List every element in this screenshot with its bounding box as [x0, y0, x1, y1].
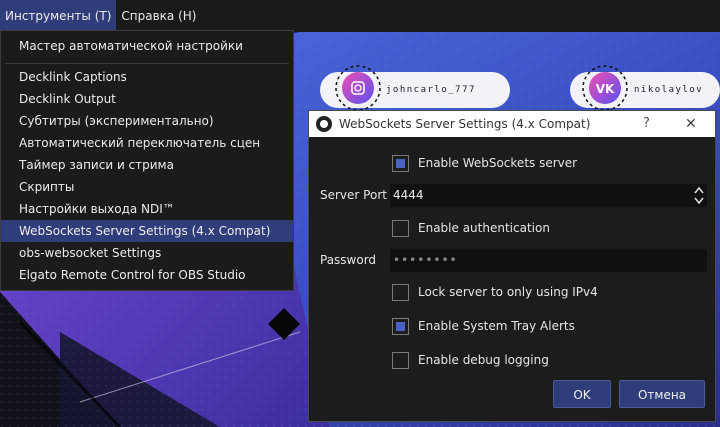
menu-separator — [5, 63, 289, 64]
obs-logo-icon — [316, 116, 332, 132]
debug-logging-row[interactable]: Enable debug logging — [392, 350, 549, 370]
dialog-title: WebSockets Server Settings (4.x Compat) — [339, 117, 591, 131]
instagram-handle: johncarlo_777 — [386, 85, 476, 95]
enable-server-checkbox[interactable] — [392, 154, 409, 172]
menu-item-elgato-remote-control[interactable]: Elgato Remote Control for OBS Studio — [1, 264, 293, 286]
enable-auth-row[interactable]: Enable authentication — [392, 218, 550, 238]
tray-alerts-label: Enable System Tray Alerts — [418, 319, 575, 333]
menu-item-obs-websocket-settings[interactable]: obs-websocket Settings — [1, 242, 293, 264]
menu-item-output-timer[interactable]: Таймер записи и стрима — [1, 154, 293, 176]
password-label: Password — [320, 253, 377, 267]
debug-logging-checkbox[interactable] — [392, 351, 409, 369]
debug-logging-label: Enable debug logging — [418, 353, 549, 367]
tray-alerts-checkbox[interactable] — [392, 317, 409, 335]
vk-handle: nikolaylov — [634, 85, 703, 95]
enable-server-row[interactable]: Enable WebSockets server — [392, 153, 577, 173]
ipv4-label: Lock server to only using IPv4 — [418, 285, 598, 299]
server-port-input[interactable]: 4444 — [390, 184, 707, 207]
menu-item-scripts[interactable]: Скрипты — [1, 176, 293, 198]
password-value: •••••••• — [393, 253, 458, 267]
menu-item-decklink-captions[interactable]: Decklink Captions — [1, 66, 293, 88]
enable-auth-checkbox[interactable] — [392, 219, 409, 237]
ipv4-checkbox[interactable] — [392, 283, 409, 301]
menu-help[interactable]: Справка (H) — [116, 0, 201, 32]
menu-item-decklink-output[interactable]: Decklink Output — [1, 88, 293, 110]
svg-text:VK: VK — [596, 82, 615, 96]
tray-alerts-row[interactable]: Enable System Tray Alerts — [392, 316, 575, 336]
websockets-settings-dialog: WebSockets Server Settings (4.x Compat) … — [308, 110, 716, 422]
menu-bar: Инструменты (T) Справка (H) — [0, 0, 720, 32]
password-input[interactable]: •••••••• — [390, 249, 707, 272]
ok-button[interactable]: OK — [553, 380, 611, 408]
menu-tools[interactable]: Инструменты (T) — [0, 0, 117, 32]
enable-server-label: Enable WebSockets server — [418, 156, 578, 170]
enable-auth-label: Enable authentication — [418, 221, 550, 235]
server-port-label: Server Port — [320, 188, 387, 202]
tools-dropdown-menu: Мастер автоматической настройки Decklink… — [0, 30, 294, 291]
dialog-titlebar[interactable]: WebSockets Server Settings (4.x Compat) … — [309, 111, 715, 137]
cancel-button[interactable]: Отмена — [619, 380, 705, 408]
spinner-arrows-icon[interactable] — [694, 185, 704, 206]
help-button[interactable]: ? — [643, 111, 650, 137]
close-button[interactable]: ✕ — [685, 111, 697, 137]
menu-item-ndi-output-settings[interactable]: Настройки выхода NDI™ — [1, 198, 293, 220]
ipv4-row[interactable]: Lock server to only using IPv4 — [392, 282, 598, 302]
menu-item-captions-experimental[interactable]: Субтитры (экспериментально) — [1, 110, 293, 132]
server-port-value: 4444 — [393, 188, 424, 202]
menu-item-auto-scene-switcher[interactable]: Автоматический переключатель сцен — [1, 132, 293, 154]
instagram-icon — [342, 72, 374, 104]
menu-item-websockets-server-settings[interactable]: WebSockets Server Settings (4.x Compat) — [1, 220, 293, 242]
menu-item-auto-config-wizard[interactable]: Мастер автоматической настройки — [1, 35, 293, 57]
